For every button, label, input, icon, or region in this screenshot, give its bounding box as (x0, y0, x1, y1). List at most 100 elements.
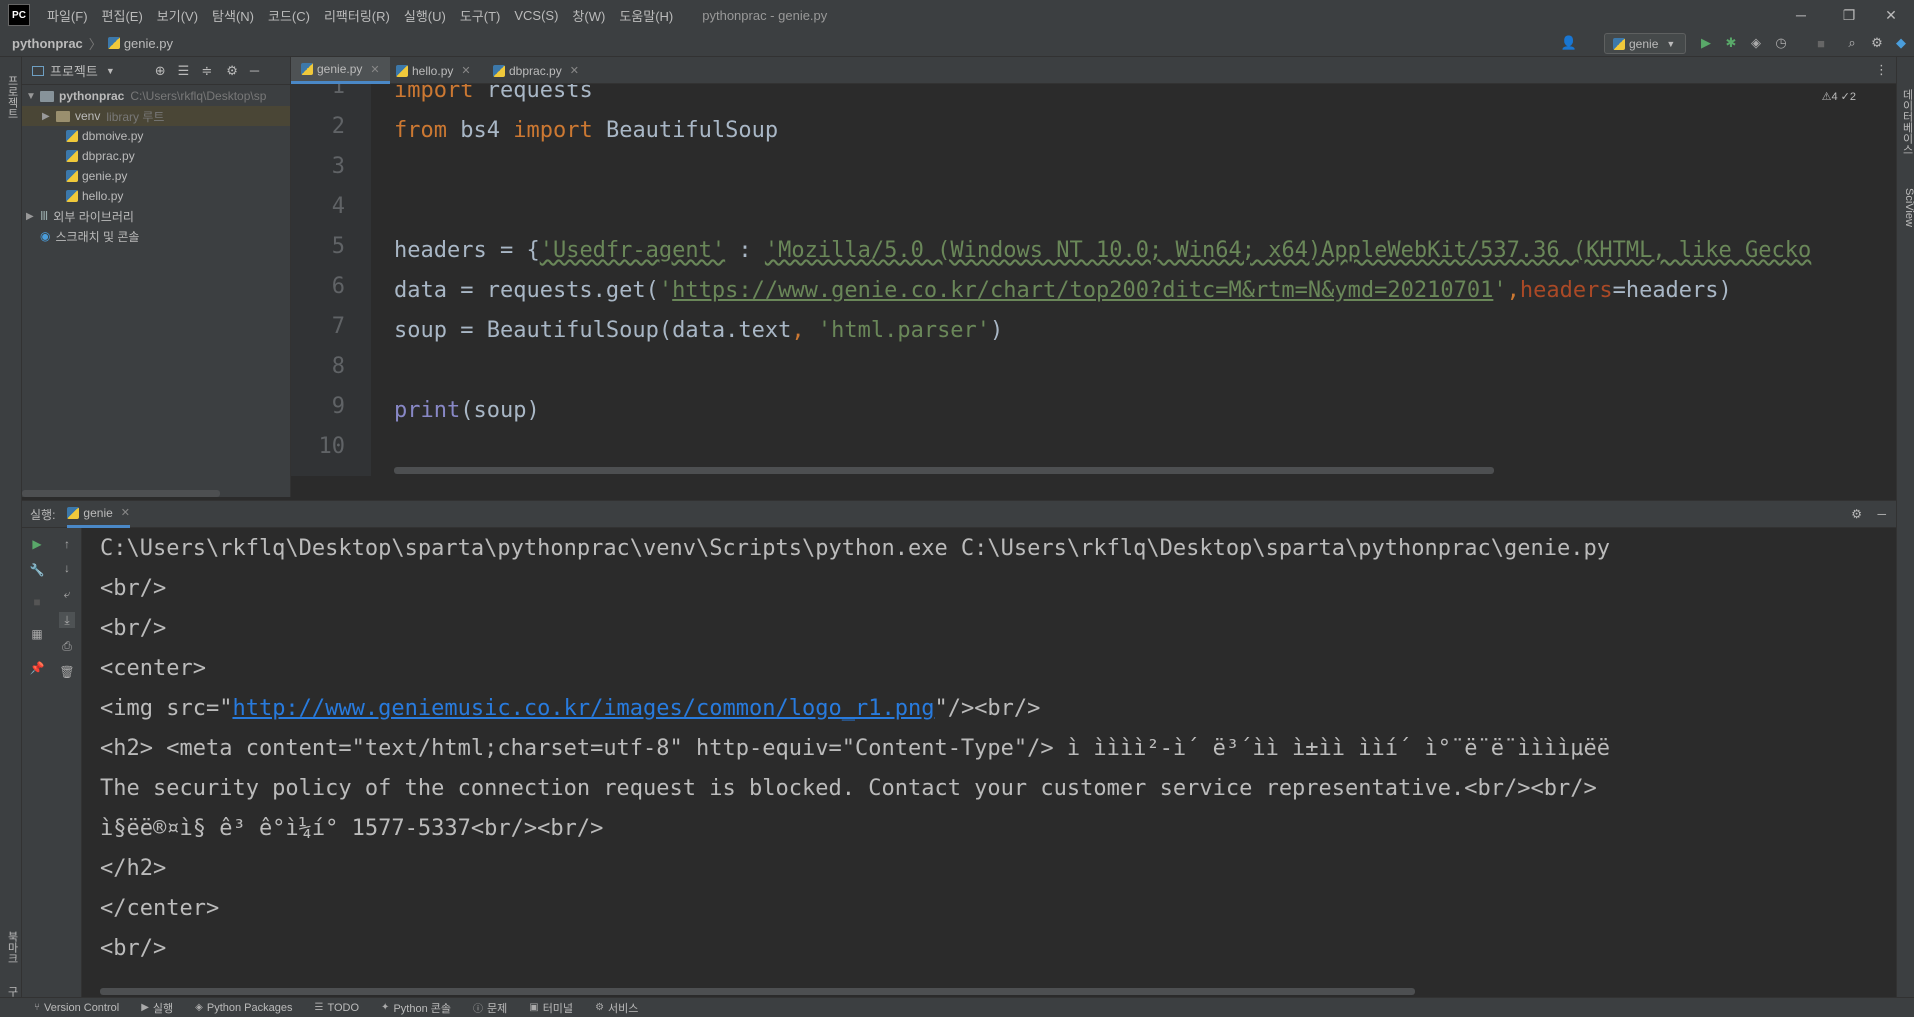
hide-icon[interactable]: ─ (250, 63, 259, 78)
line-number: 4 (331, 194, 345, 219)
version-control-tool[interactable]: ⑂ Version Control (34, 1002, 119, 1014)
expand-all-icon[interactable]: ☰ (178, 63, 190, 79)
wrench-icon[interactable]: 🔧 (29, 562, 45, 578)
stop-icon[interactable]: ■ (29, 594, 45, 610)
url-link[interactable]: https://www.genie.co.kr/chart/top200?dit… (672, 278, 1493, 303)
keyword: from (394, 118, 447, 143)
database-tool-tab[interactable]: 데이터베이스 (1897, 77, 1914, 167)
keyword-argument: headers (1519, 278, 1613, 303)
console-line: </center> (100, 896, 220, 921)
tree-item-file[interactable]: dbprac.py (66, 146, 135, 166)
minimize-button[interactable]: ─ (1778, 0, 1824, 30)
run-config-label: genie (1629, 36, 1659, 51)
coverage-icon[interactable]: ◈ (1747, 34, 1765, 52)
console-text: "/><br/> (934, 696, 1041, 721)
chevron-down-icon[interactable]: ▼ (106, 66, 115, 76)
gear-icon[interactable]: ⚙ (1868, 34, 1886, 52)
stop-icon[interactable]: ■ (1812, 34, 1830, 52)
python-packages-tool[interactable]: ◈ Python Packages (195, 1002, 292, 1014)
menu-navigate[interactable]: 탐색(N) (205, 6, 261, 25)
bookmarks-tool-tab[interactable]: 북마크 (2, 927, 20, 967)
menu-edit[interactable]: 편집(E) (95, 6, 150, 25)
update-icon[interactable]: ◆ (1892, 34, 1910, 52)
tree-item-venv[interactable]: ▶ venv library 루트 (22, 106, 290, 126)
string-literal: 'Usedfr-agent' (539, 238, 726, 263)
project-panel-title[interactable]: 프로젝트 (50, 61, 98, 80)
debug-icon[interactable]: ✱ (1722, 34, 1740, 52)
tab-genie[interactable]: genie.py ✕ (291, 57, 390, 84)
code-line-6: data = requests.get('https://www.genie.c… (394, 276, 1732, 306)
maximize-button[interactable]: ❐ (1826, 0, 1872, 30)
code-text: requests (473, 84, 593, 103)
tool-window-bar: ⑂ Version Control ▶ 실행 ◈ Python Packages ☰ T… (0, 997, 1914, 1017)
menu-code[interactable]: 코드(C) (261, 6, 317, 25)
layout-icon[interactable]: ▦ (29, 626, 45, 642)
rerun-icon[interactable]: ▶ (29, 536, 45, 552)
menu-run[interactable]: 실행(U) (397, 6, 453, 25)
run-tab-genie[interactable]: genie ✕ (67, 500, 131, 528)
python-file-icon (396, 64, 408, 77)
up-arrow-icon[interactable]: ↑ (59, 536, 75, 552)
tree-item-file[interactable]: genie.py (66, 166, 127, 186)
print-icon[interactable]: ⎙ (59, 638, 75, 654)
run-tool[interactable]: ▶ 실행 (141, 1000, 173, 1016)
close-button[interactable]: ✕ (1868, 0, 1914, 30)
menu-view[interactable]: 보기(V) (150, 6, 205, 25)
locate-icon[interactable]: ⊕ (155, 63, 166, 79)
more-icon[interactable]: ⋮ (1875, 62, 1888, 78)
sciview-tool-tab[interactable]: SciView (1897, 177, 1914, 237)
gear-icon[interactable]: ⚙ (226, 63, 238, 79)
profile-icon[interactable]: ◷ (1772, 34, 1790, 52)
project-tool-tab[interactable]: 프로젝트 (2, 67, 20, 127)
tree-root[interactable]: ▼ pythonprac C:\Users\rkflq\Desktop\sp (26, 86, 266, 106)
hide-icon[interactable]: ─ (1877, 507, 1886, 521)
problems-tool[interactable]: ⓘ 문제 (473, 1000, 507, 1016)
todo-tool[interactable]: ☰ TODO (315, 1002, 360, 1014)
tree-item-scratches[interactable]: ◉ 스크래치 및 콘솔 (40, 226, 139, 246)
search-icon[interactable]: ⌕ (1843, 34, 1861, 52)
close-icon[interactable]: ✕ (570, 64, 579, 77)
pin-icon[interactable]: 📌 (29, 660, 45, 676)
code-editor[interactable]: 1 2 3 4 5 6 7 8 9 10 import requests fro… (291, 84, 1896, 476)
services-tool[interactable]: ⚙ 서비스 (595, 1000, 638, 1016)
menu-file[interactable]: 파일(F) (40, 6, 95, 25)
collapse-all-icon[interactable]: ≑ (201, 63, 212, 79)
folder-icon (40, 90, 54, 102)
run-config-selector[interactable]: genie ▼ (1604, 33, 1686, 54)
console-line: <center> (100, 656, 206, 681)
tab-dbprac[interactable]: dbprac.py ✕ (483, 57, 589, 84)
horizontal-scrollbar[interactable] (394, 467, 1494, 474)
right-tool-strip: 데이터베이스 SciView (1896, 57, 1914, 997)
tree-item-external-libraries[interactable]: ▶ Ⅲ 외부 라이브러리 (26, 206, 134, 226)
horizontal-scrollbar[interactable] (22, 490, 220, 497)
trash-icon[interactable]: 🗑 (59, 664, 75, 680)
horizontal-scrollbar[interactable] (100, 988, 1415, 995)
console-url-link[interactable]: http://www.geniemusic.co.kr/images/commo… (232, 696, 934, 721)
python-file-icon (1613, 37, 1625, 50)
tab-hello[interactable]: hello.py ✕ (386, 57, 481, 84)
terminal-tool[interactable]: ▣ 터미널 (529, 1000, 573, 1016)
run-icon[interactable]: ▶ (1697, 34, 1715, 52)
menu-tools[interactable]: 도구(T) (453, 6, 508, 25)
menu-refactor[interactable]: 리팩터링(R) (317, 6, 397, 25)
soft-wrap-icon[interactable]: ⤶ (59, 586, 75, 602)
down-arrow-icon[interactable]: ↓ (59, 560, 75, 576)
breadcrumb-project[interactable]: pythonprac (12, 36, 83, 51)
close-icon[interactable]: ✕ (461, 64, 470, 77)
menu-window[interactable]: 창(W) (565, 6, 612, 25)
menu-help[interactable]: 도움말(H) (612, 6, 680, 25)
scroll-to-end-icon[interactable]: ⤓ (59, 612, 75, 628)
tree-item-file[interactable]: dbmoive.py (66, 126, 143, 146)
breadcrumb-file[interactable]: genie.py (124, 36, 173, 51)
python-console-tool[interactable]: ✦ Python 콘솔 (381, 1000, 451, 1016)
run-console[interactable]: C:\Users\rkflq\Desktop\sparta\pythonprac… (82, 528, 1896, 997)
chevron-right-icon: ▶ (26, 210, 34, 222)
menu-vcs[interactable]: VCS(S) (507, 8, 565, 23)
close-icon[interactable]: ✕ (370, 63, 379, 76)
code-punct: , (791, 318, 818, 343)
inspection-widget[interactable]: ⚠4 ✓2 (1822, 90, 1856, 103)
tree-item-file[interactable]: hello.py (66, 186, 123, 206)
close-icon[interactable]: ✕ (121, 506, 130, 519)
user-icon[interactable]: 👤 (1560, 34, 1578, 52)
gear-icon[interactable]: ⚙ (1851, 507, 1862, 521)
